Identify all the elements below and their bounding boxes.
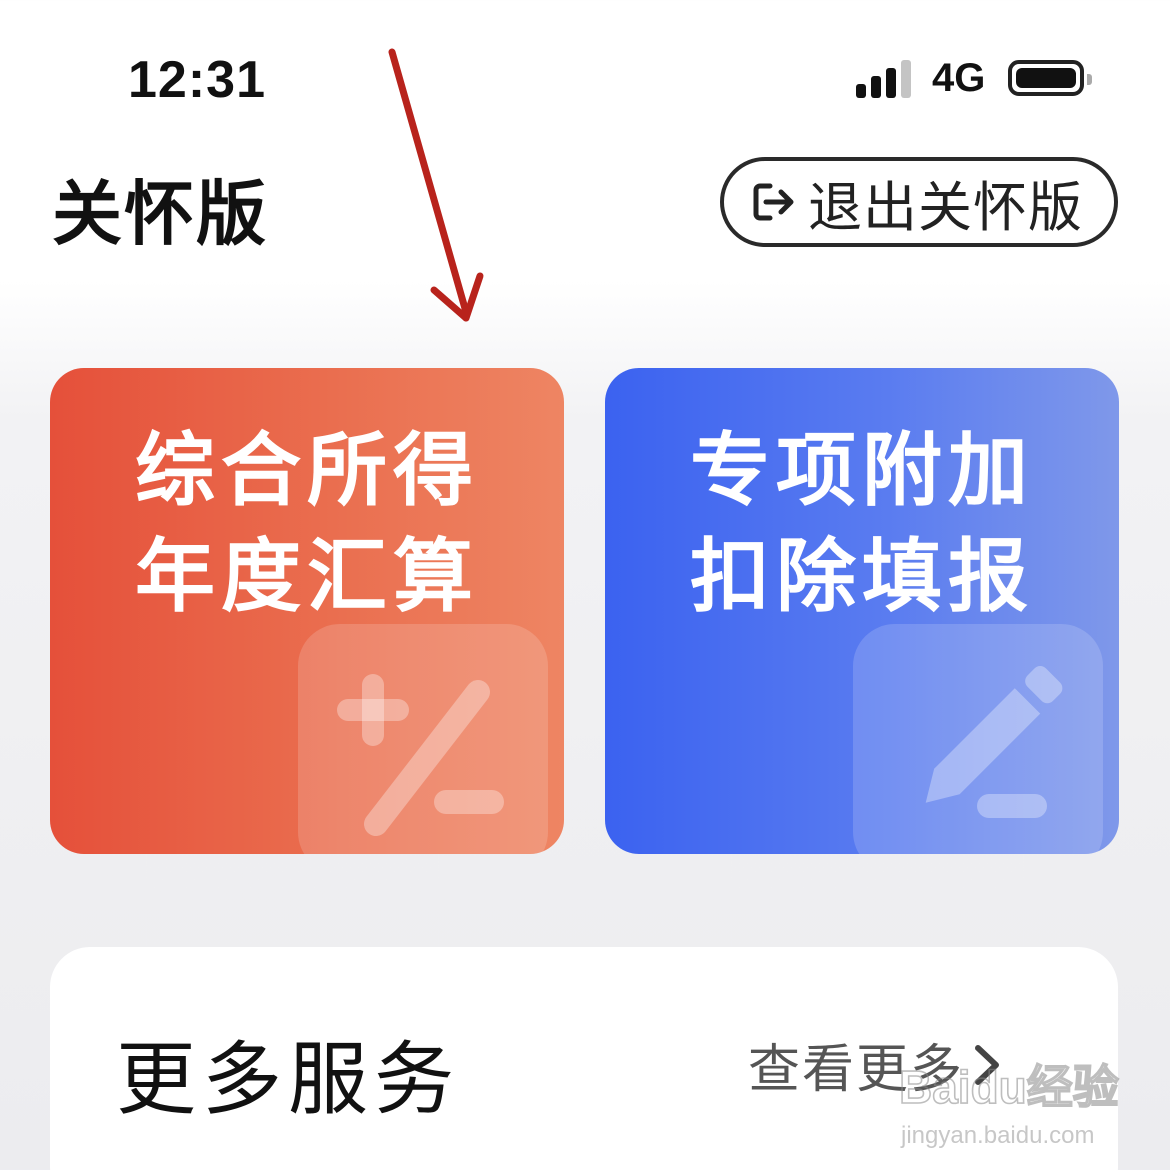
baidu-jingyan-watermark: Baidu经验 jingyan.baidu.com [895, 1047, 1125, 1157]
annual-tax-reconciliation-card[interactable]: 综合所得 年度汇算 [50, 368, 564, 854]
card-title-line2: 扣除填报 [690, 530, 1034, 623]
card-title-line1: 专项附加 [690, 424, 1034, 517]
network-type: 4G [932, 56, 986, 100]
card-title-line1: 综合所得 [135, 424, 479, 517]
battery-icon [1008, 60, 1092, 96]
watermark-brand: Baidu经验 [899, 1061, 1119, 1113]
exit-icon [753, 183, 794, 221]
special-deduction-card[interactable]: 专项附加 扣除填报 [605, 368, 1119, 854]
pencil-icon [853, 624, 1103, 854]
signal-strength-icon [856, 58, 916, 98]
watermark-url: jingyan.baidu.com [900, 1122, 1094, 1149]
exit-care-mode-button[interactable]: 退出关怀版 [720, 157, 1118, 247]
plus-minus-icon [298, 624, 548, 854]
exit-button-label: 退出关怀版 [808, 175, 1083, 239]
page-title: 关怀版 [52, 173, 268, 255]
status-time: 12:31 [128, 51, 266, 109]
more-services-title: 更多服务 [116, 1033, 460, 1126]
card-title-line2: 年度汇算 [135, 530, 479, 623]
